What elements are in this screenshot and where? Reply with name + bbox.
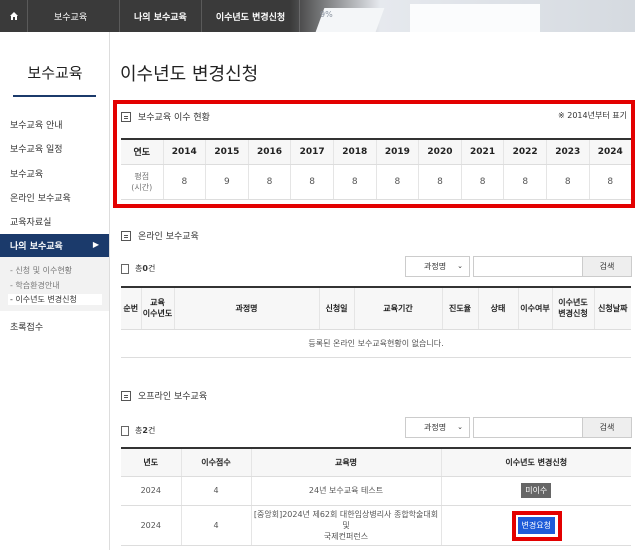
select-value: 과정명 [424,423,447,432]
online-empty-row: 등록된 온라인 보수교육현황이 없습니다. [121,329,631,358]
table-cell: [중앙회]2024년 제62회 대한임상병리사 종합학술대회 및 국제컨퍼런스 [250,505,441,546]
table-header: 교육기간 [353,286,442,330]
highlight-box [113,100,635,208]
sidebar-item-label: 나의 보수교육 [10,242,63,252]
sidebar: 보수교육 보수교육 안내 보수교육 일정 보수교육 온라인 보수교육 교육자료실… [0,32,110,550]
table-header: 과정명 [173,286,319,330]
home-button[interactable] [0,0,28,32]
online-table: 순번 교육 이수년도 과정명 신청일 교육기간 진도율 상태 이수여부 이수년도… [121,286,631,358]
sidebar-subitem[interactable]: - 학습환경안내 [10,280,60,291]
table-header: 이수점수 [180,447,251,477]
sidebar-item[interactable]: 보수교육 일정 [10,142,63,155]
count-suffix: 건 [147,426,156,435]
table-header: 진도율 [441,286,478,330]
table-header: 교육 이수년도 [140,286,174,330]
home-icon [9,12,18,20]
section-title-text: 오프라인 보수교육 [138,392,208,402]
banner-text: 9% [320,10,333,19]
status-badge: 미이수 [521,483,552,498]
sidebar-item[interactable]: 보수교육 안내 [10,118,63,131]
online-section-title: 온라인 보수교육 [121,229,199,242]
table-cell: 4 [180,505,251,546]
offline-header-row: 년도 이수점수 교육명 이수년도 변경신청 [121,447,631,477]
sidebar-title: 보수교육 [27,64,83,82]
section-title-text: 온라인 보수교육 [138,232,199,242]
online-header-row: 순번 교육 이수년도 과정명 신청일 교육기간 진도율 상태 이수여부 이수년도… [121,286,631,330]
page-title: 이수년도 변경신청 [120,64,259,85]
count-prefix: 총 [135,264,143,273]
breadcrumb-item-current[interactable]: 이수년도 변경신청 [202,0,301,32]
table-row: 2024 4 24년 보수교육 테스트 미이수 [121,476,631,506]
breadcrumb-item[interactable]: 나의 보수교육 [120,0,202,32]
count-suffix: 건 [147,264,156,273]
table-header: 이수년도 변경신청 [551,286,594,330]
banner-decoration: 9% [290,0,635,32]
table-cell: 24년 보수교육 테스트 [250,476,441,506]
online-search-input[interactable] [473,256,583,277]
table-cell: 2024 [121,505,181,546]
offline-search-select[interactable]: 과정명 ⌄ [405,417,470,438]
table-header: 교육명 [250,447,441,477]
offline-section-title: 오프라인 보수교육 [121,389,207,402]
sidebar-item[interactable]: 보수교육 [10,167,43,180]
table-header: 신청일 [318,286,354,330]
offline-count: 총 2 건 [121,425,155,436]
count-prefix: 총 [135,426,143,435]
offline-search-button[interactable]: 검색 [582,417,632,438]
list-icon [121,230,131,241]
table-cell: 2024 [121,476,181,506]
list-icon [121,390,131,401]
sidebar-subitem-current[interactable]: - 이수년도 변경신청 [8,294,102,305]
table-header: 신청날짜 [593,286,631,330]
table-header: 년도 [121,447,181,477]
document-icon [121,425,129,436]
online-search-select[interactable]: 과정명 ⌄ [405,256,470,277]
table-cell: 미이수 [440,476,631,506]
sidebar-subitem[interactable]: - 신청 및 이수현황 [10,265,72,276]
chevron-right-icon: ▶ [92,240,99,249]
sidebar-item[interactable]: 초록접수 [10,320,43,333]
sidebar-item-active[interactable]: 나의 보수교육 ▶ [0,234,109,257]
online-count: 총 0 건 [121,263,155,274]
sidebar-item[interactable]: 온라인 보수교육 [10,191,71,204]
breadcrumb-item[interactable]: 보수교육 [28,0,120,32]
table-header: 이수여부 [517,286,552,330]
sidebar-submenu: - 신청 및 이수현황 - 학습환경안내 - 이수년도 변경신청 [0,257,109,311]
online-search-button[interactable]: 검색 [582,256,632,277]
sidebar-item[interactable]: 교육자료실 [10,215,51,228]
sidebar-title-underline [13,95,96,97]
table-header: 순번 [121,286,141,330]
top-breadcrumb-bar: 9% 보수교육 나의 보수교육 이수년도 변경신청 [0,0,635,32]
chevron-down-icon: ⌄ [457,262,463,270]
table-cell: 4 [180,476,251,506]
table-header: 이수년도 변경신청 [440,447,631,477]
chevron-down-icon: ⌄ [457,423,463,431]
table-header: 상태 [477,286,518,330]
document-icon [121,263,129,274]
offline-search-input[interactable] [473,417,583,438]
highlight-box [512,511,562,541]
select-value: 과정명 [424,262,447,271]
empty-message: 등록된 온라인 보수교육현황이 없습니다. [121,329,631,358]
